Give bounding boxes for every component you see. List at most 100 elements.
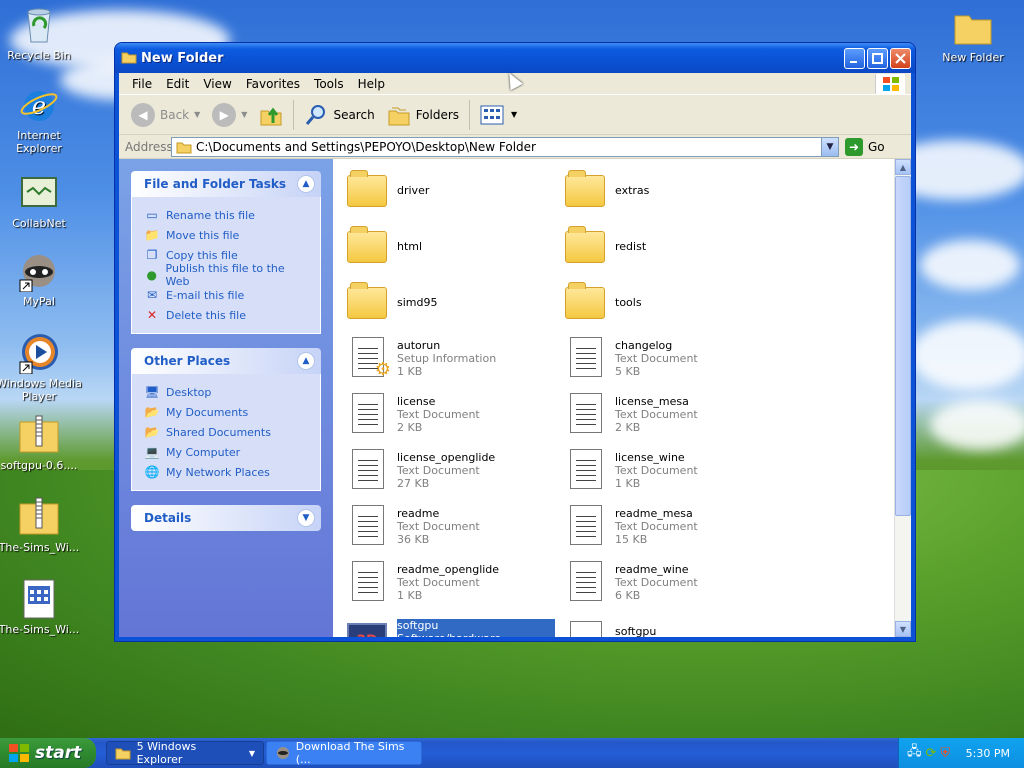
panel-title: Details: [144, 511, 192, 525]
file-item-readme-mesa[interactable]: readme_mesa Text Document 15 KB: [565, 501, 777, 551]
text-document-icon: [570, 561, 602, 601]
taskbar-button-download-the-sims[interactable]: Download The Sims (...: [266, 740, 422, 766]
views-icon: [480, 105, 504, 124]
place-my-computer[interactable]: 💻 My Computer: [144, 442, 308, 462]
collapse-icon[interactable]: ▲: [297, 175, 315, 193]
panel-header[interactable]: Details ▼: [131, 505, 321, 531]
file-item-readme-wine[interactable]: readme_wine Text Document 6 KB: [565, 557, 777, 607]
back-arrow-icon: ◀: [131, 102, 155, 127]
folders-label: Folders: [415, 107, 460, 122]
file-type: Software/hardware accelerat...: [397, 632, 555, 638]
vertical-scrollbar[interactable]: ▲ ▼: [894, 159, 911, 637]
file-item-readme-openglide[interactable]: readme_openglide Text Document 1 KB: [347, 557, 559, 607]
task-publish[interactable]: ● Publish this file to the Web: [144, 262, 308, 288]
file-item-license-openglide[interactable]: license_openglide Text Document 27 KB: [347, 445, 559, 495]
file-item-extras[interactable]: extras: [565, 165, 777, 215]
panel-header[interactable]: Other Places ▲: [131, 348, 321, 374]
desktop-icon-mypal[interactable]: MyPal: [0, 250, 82, 308]
standard-toolbar: ◀ Back ▼ ▶ ▼ Search Folders ▼: [119, 95, 911, 135]
expand-icon[interactable]: ▼: [297, 509, 315, 527]
desktop-icon-label: New Folder: [942, 51, 1004, 64]
back-button[interactable]: ◀ Back ▼: [125, 102, 206, 127]
maximize-button[interactable]: [867, 47, 888, 69]
file-item-tools[interactable]: tools: [565, 277, 777, 327]
views-button[interactable]: ▼: [474, 104, 523, 126]
desktop-icon-collabnet[interactable]: CollabNet: [0, 172, 82, 230]
task-delete[interactable]: ✕ Delete this file: [144, 305, 308, 325]
forward-button[interactable]: ▶ ▼: [206, 102, 253, 127]
mypal-raccoon-icon: [18, 250, 60, 293]
scroll-down-button[interactable]: ▼: [895, 621, 911, 637]
desktop-icon-the-sims-zip[interactable]: The-Sims_Wi...: [0, 496, 82, 554]
document-icon: [18, 578, 60, 620]
task-label: Move this file: [166, 228, 240, 242]
minimize-button[interactable]: [844, 47, 865, 69]
menu-edit[interactable]: Edit: [159, 77, 196, 91]
go-button[interactable]: ➜ Go: [845, 137, 885, 156]
tray-security-shield-icon[interactable]: ⛨: [940, 746, 950, 761]
taskbar-button-label: 5 Windows Explorer: [136, 740, 197, 766]
search-button[interactable]: Search: [298, 103, 380, 127]
desktop-icon-internet-explorer[interactable]: e Internet Explorer: [0, 84, 82, 155]
collapse-icon[interactable]: ▲: [297, 352, 315, 370]
menu-tools[interactable]: Tools: [307, 77, 351, 91]
other-places-panel: Other Places ▲ 🖥 Desktop 📂 My Documents 📂 S…: [131, 348, 321, 491]
file-item-softgpu-exe[interactable]: 3D softgpu Software/hardware accelerat..…: [347, 613, 559, 637]
chevron-down-icon: ▼: [194, 110, 201, 119]
place-label: My Network Places: [166, 465, 270, 479]
scroll-thumb[interactable]: [895, 176, 911, 516]
file-item-html[interactable]: html: [347, 221, 559, 271]
desktop-icon-the-sims-file[interactable]: The-Sims_Wi...: [0, 578, 82, 636]
file-type: Text Document: [397, 519, 480, 533]
desktop-icon-windows-media-player[interactable]: Windows Media Player: [0, 332, 82, 403]
file-size: 1 KB: [615, 476, 641, 490]
folders-button[interactable]: Folders: [381, 103, 465, 127]
file-type: Text Document: [615, 351, 698, 365]
task-pane: File and Folder Tasks ▲ ▭ Rename this fil…: [119, 159, 333, 637]
file-item-license[interactable]: license Text Document 2 KB: [347, 389, 559, 439]
clock[interactable]: 5:30 PM: [966, 747, 1010, 760]
file-item-redist[interactable]: redist: [565, 221, 777, 271]
shared-documents-icon: 📂: [144, 425, 160, 439]
file-item-changelog[interactable]: changelog Text Document 5 KB: [565, 333, 777, 383]
menu-favorites[interactable]: Favorites: [239, 77, 307, 91]
address-dropdown-button[interactable]: ▼: [821, 137, 838, 156]
up-folder-button[interactable]: [253, 103, 289, 127]
file-name: redist: [615, 239, 647, 253]
desktop-icon-new-folder[interactable]: New Folder: [930, 6, 1016, 64]
file-item-readme[interactable]: readme Text Document 36 KB: [347, 501, 559, 551]
file-item-license-mesa[interactable]: license_mesa Text Document 2 KB: [565, 389, 777, 439]
place-my-network-places[interactable]: 🌐 My Network Places: [144, 462, 308, 482]
desktop-icon-softgpu-zip[interactable]: softgpu-0.6....: [0, 414, 82, 472]
menu-help[interactable]: Help: [351, 77, 392, 91]
file-item-driver[interactable]: driver: [347, 165, 559, 215]
text-document-icon: [352, 449, 384, 489]
address-input[interactable]: C:\Documents and Settings\PEPOYO\Desktop…: [171, 136, 839, 157]
task-email[interactable]: ✉ E-mail this file: [144, 285, 308, 305]
file-item-license-wine[interactable]: license_wine Text Document 1 KB: [565, 445, 777, 495]
html-document-icon: e: [567, 621, 602, 637]
panel-title: Other Places: [144, 354, 231, 368]
scroll-up-button[interactable]: ▲: [895, 159, 911, 175]
taskbar-button-windows-explorer[interactable]: 5 Windows Explorer ▼: [106, 740, 264, 766]
menu-file[interactable]: File: [125, 77, 159, 91]
menu-view[interactable]: View: [196, 77, 238, 91]
task-rename[interactable]: ▭ Rename this file: [144, 205, 308, 225]
place-shared-documents[interactable]: 📂 Shared Documents: [144, 422, 308, 442]
taskbar-button-label: Download The Sims (...: [295, 740, 405, 766]
place-my-documents[interactable]: 📂 My Documents: [144, 402, 308, 422]
start-button[interactable]: start: [0, 738, 96, 768]
email-icon: ✉: [146, 288, 158, 302]
setup-information-icon: ⚙: [352, 337, 391, 380]
file-size: 36 KB: [397, 532, 430, 546]
place-desktop[interactable]: 🖥 Desktop: [144, 382, 308, 402]
file-item-simd95[interactable]: simd95: [347, 277, 559, 327]
file-item-autorun[interactable]: ⚙ autorun Setup Information 1 KB: [347, 333, 559, 383]
close-button[interactable]: [890, 47, 911, 69]
desktop-icon-recycle-bin[interactable]: Recycle Bin: [0, 4, 82, 62]
file-item-softgpu-html[interactable]: e softgpu HTML Document: [565, 613, 777, 637]
tray-network-icon[interactable]: 🖧: [907, 742, 922, 764]
task-move[interactable]: 📁 Move this file: [144, 225, 308, 245]
tray-update-icon[interactable]: ⟳: [926, 746, 937, 761]
panel-header[interactable]: File and Folder Tasks ▲: [131, 171, 321, 197]
